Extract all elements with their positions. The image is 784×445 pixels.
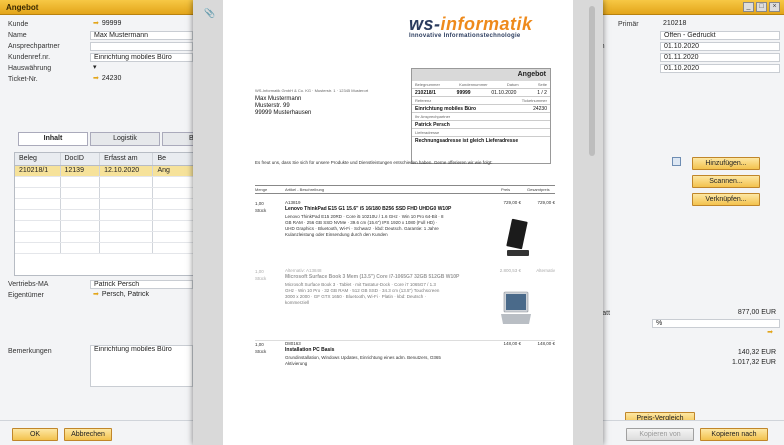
field-name: Name Max Mustermann <box>8 30 193 40</box>
viewer-scrollbar[interactable] <box>589 6 595 156</box>
label-ansprechpartner: Ansprechpartner <box>8 42 60 50</box>
label-kunde: Kunde <box>8 20 29 28</box>
ansprechpartner-input[interactable] <box>90 41 193 51</box>
field-kunde: Kunde ➡ 99999 <box>8 19 193 29</box>
list-item: 1,00 Stück D80163 Installation PC Basis G… <box>255 340 555 370</box>
link-arrow-icon[interactable]: ➡ <box>93 75 99 82</box>
table-row[interactable] <box>15 177 199 188</box>
kopieren-nach-button[interactable]: Kopieren nach <box>700 428 768 441</box>
ticket-input[interactable]: ➡ 24230 <box>90 75 193 84</box>
item-table-header: Menge Artikel - Beschreibung Preis Gesam… <box>255 185 555 194</box>
table-row[interactable]: 210218/1 12139 12.10.2020 Ang <box>15 166 199 177</box>
sender-line: WS-Informatik GmbH & Co. KG · Musterstr.… <box>255 88 369 93</box>
status-select[interactable]: Offen - Gedruckt <box>660 30 780 40</box>
kundenref-input[interactable]: Einrichtung mobiles Büro <box>90 52 193 62</box>
offer-info-box: Angebot Belegnummer Kundennummer Datum Seit… <box>411 68 551 164</box>
label-name: Name <box>8 31 27 39</box>
eigentuemer-input[interactable]: ➡ Persch, Patrick <box>90 291 193 300</box>
rabatt-input[interactable]: % <box>652 318 780 328</box>
label-kundenref: Kundenref.nr. <box>8 53 51 61</box>
name-input[interactable]: Max Mustermann <box>90 30 193 40</box>
recipient-address: Max Mustermann Musterstr. 99 99999 Muste… <box>255 96 312 116</box>
vertrieb-input[interactable]: Patrick Persch <box>90 279 193 289</box>
table-cell: 12139 <box>61 166 101 176</box>
link-arrow-icon[interactable]: ➡ <box>93 291 99 298</box>
viewer-left-panel: 📎 <box>193 0 223 445</box>
hauswaehrung-select[interactable]: ▾ <box>90 64 193 73</box>
field-hauswaehrung: Hauswährung ▾ <box>8 63 193 73</box>
viewer-right-panel <box>573 0 603 445</box>
kopieren-von-button[interactable]: Kopieren von <box>626 428 694 441</box>
hinzufuegen-button[interactable]: Hinzufügen... <box>692 157 760 170</box>
close-button[interactable]: × <box>769 2 780 12</box>
vor-rabatt-value: 877,00 EUR <box>737 308 776 316</box>
table-row[interactable] <box>15 210 199 221</box>
table-row[interactable] <box>15 199 199 210</box>
minimize-button[interactable]: _ <box>743 2 754 12</box>
tab-inhalt[interactable]: Inhalt <box>18 132 88 146</box>
attachment-icon <box>672 157 681 166</box>
column-header[interactable]: Beleg <box>15 153 61 165</box>
attachments-grid: Beleg DocID Erfasst am Be 210218/1 12139… <box>14 152 200 276</box>
table-row[interactable] <box>15 221 199 232</box>
laptop-image <box>506 218 529 256</box>
intro-text: Es freut uns, dass Sie sich für unsere P… <box>255 160 493 165</box>
company-logo: ws-informatik Innovative Informationstec… <box>409 14 533 39</box>
link-arrow-icon[interactable]: ➡ <box>767 329 773 336</box>
column-header[interactable]: Erfasst am <box>100 153 154 165</box>
abbrechen-button[interactable]: Abbrechen <box>64 428 112 441</box>
fracht-value[interactable]: ➡ <box>652 329 780 338</box>
field-vertrieb: Vertriebs-MA Patrick Persch <box>8 279 193 289</box>
document-viewer: 📎 ws-informatik Innovative Informationst… <box>193 0 603 445</box>
buchungsdatum-input[interactable]: 01.10.2020 <box>660 41 780 51</box>
kunde-input[interactable]: ➡ 99999 <box>90 20 193 29</box>
maximize-button[interactable]: □ <box>756 2 767 12</box>
document-page: ws-informatik Innovative Informationstec… <box>223 0 573 445</box>
gesamt-value: 1.017,32 EUR <box>732 358 776 366</box>
bemerkungen-textarea[interactable]: Einrichtung mobiles Büro <box>90 345 193 387</box>
scannen-button[interactable]: Scannen... <box>692 175 760 188</box>
rundung-value <box>652 339 780 348</box>
column-header[interactable]: DocID <box>61 153 101 165</box>
table-row[interactable] <box>15 188 199 199</box>
table-cell: 12.10.2020 <box>100 166 154 176</box>
offer-box-title: Angebot <box>412 69 550 81</box>
grid-header: Beleg DocID Erfasst am Be <box>15 153 199 166</box>
tablet-laptop-image <box>501 291 531 324</box>
table-row[interactable] <box>15 243 199 254</box>
label-eigentuemer: Eigentümer <box>8 291 44 299</box>
table-row[interactable] <box>15 232 199 243</box>
field-bemerkungen: Bemerkungen Einrichtung mobiles Büro <box>8 345 193 389</box>
label-vertrieb: Vertriebs-MA <box>8 280 49 288</box>
field-ansprechpartner: Ansprechpartner <box>8 41 193 51</box>
gueltig-input[interactable]: 01.11.2020 <box>660 52 780 62</box>
link-arrow-icon[interactable]: ➡ <box>93 20 99 27</box>
window-title: Angebot <box>6 3 39 12</box>
verknuepfen-button[interactable]: Verknüpfen... <box>692 193 760 206</box>
label-hauswaehrung: Hauswährung <box>8 64 52 72</box>
primaer-value: 210218 <box>663 19 687 27</box>
table-cell: 210218/1 <box>15 166 61 176</box>
steuer-value: 140,32 EUR <box>737 348 776 356</box>
label-bemerkungen: Bemerkungen <box>8 348 52 355</box>
paperclip-icon[interactable]: 📎 <box>204 8 215 19</box>
field-ticket: Ticket-Nr. ➡ 24230 <box>8 74 193 84</box>
field-kundenref: Kundenref.nr. Einrichtung mobiles Büro <box>8 52 193 62</box>
label-ticket: Ticket-Nr. <box>8 75 38 83</box>
belegdatum-input[interactable]: 01.10.2020 <box>660 63 780 73</box>
tab-logistik[interactable]: Logistik <box>90 132 160 146</box>
ok-button[interactable]: OK <box>12 428 58 441</box>
field-eigentuemer: Eigentümer ➡ Persch, Patrick <box>8 290 193 300</box>
